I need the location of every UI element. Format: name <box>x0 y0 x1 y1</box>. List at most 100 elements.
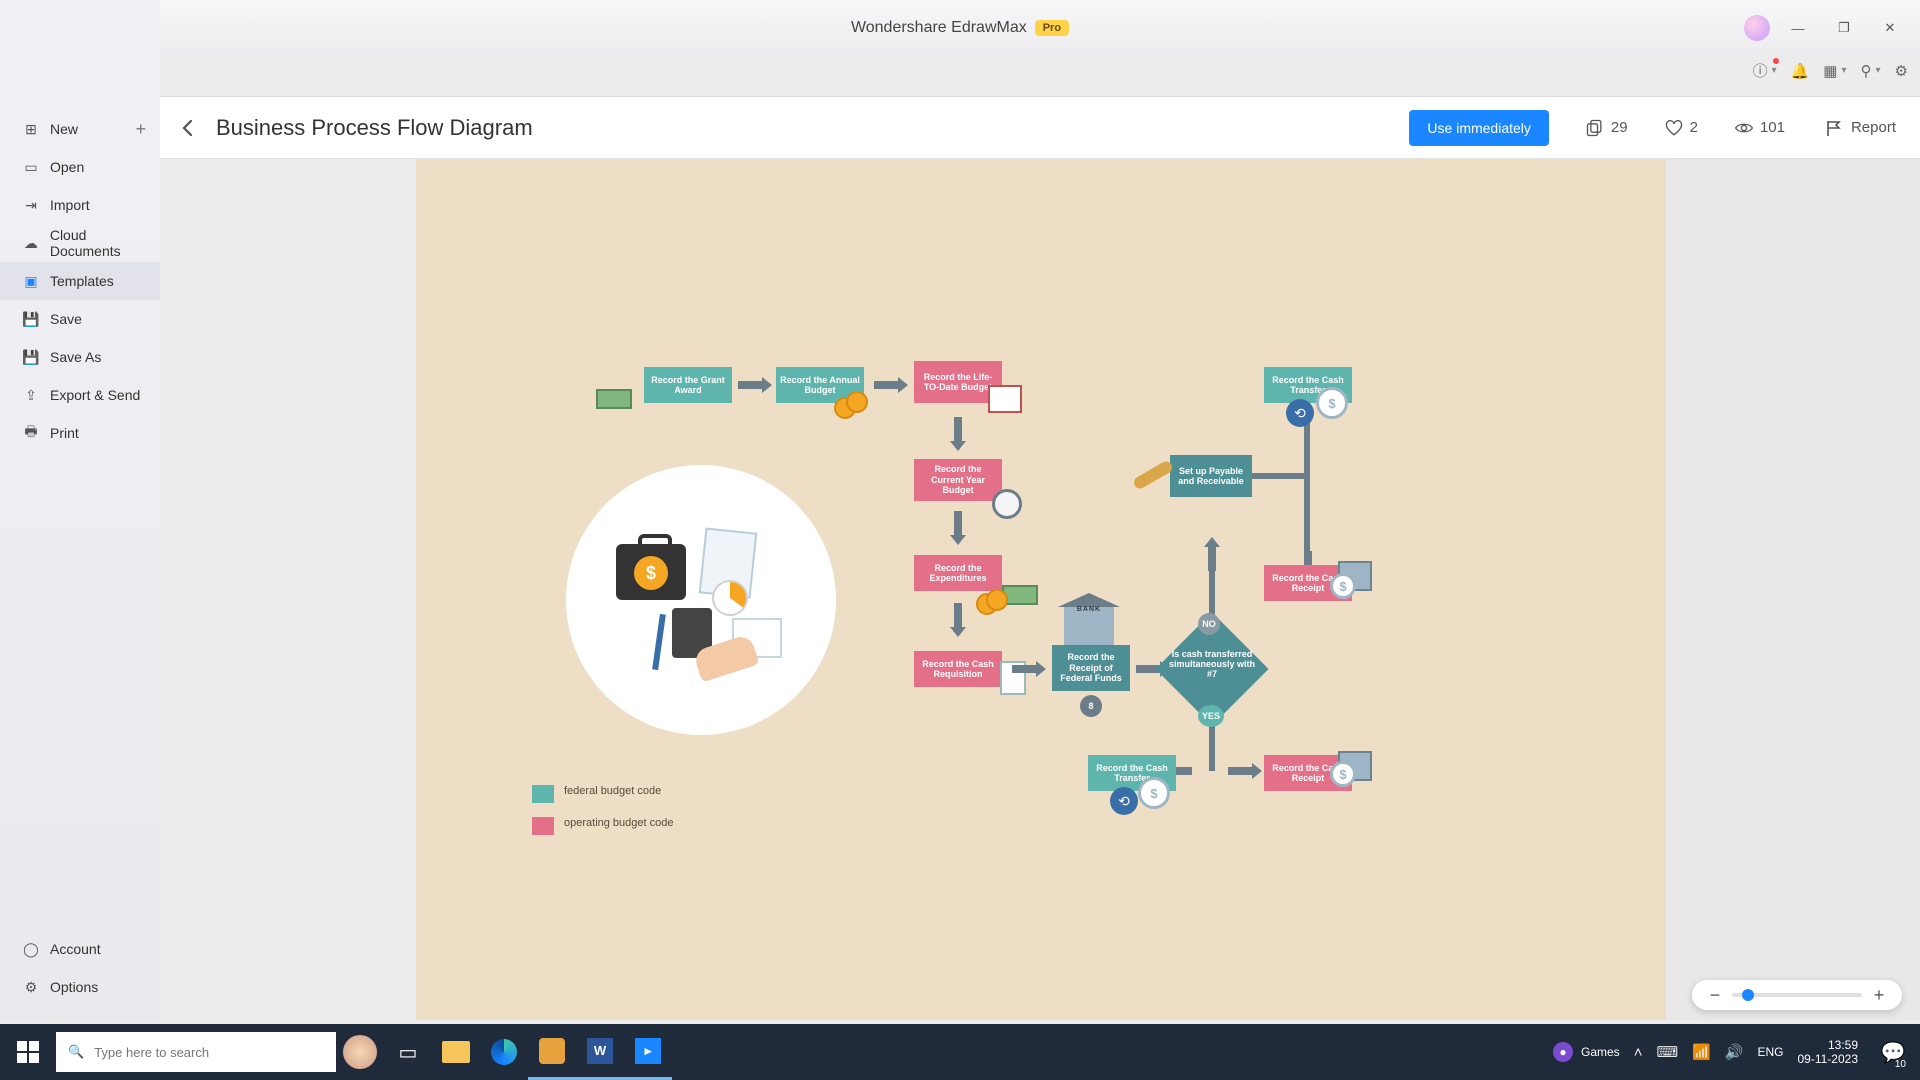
taskbar-news[interactable] <box>336 1024 384 1080</box>
report-label: Report <box>1851 119 1896 136</box>
template-header: Business Process Flow Diagram Use immedi… <box>160 97 1920 159</box>
tray-notifications[interactable]: 💬 10 <box>1872 1024 1914 1080</box>
tray-overflow[interactable]: ˄ <box>1634 1044 1643 1061</box>
start-button[interactable] <box>0 1024 56 1080</box>
sidebar-item-export[interactable]: ⇪ Export & Send <box>0 376 160 414</box>
legend-label-federal: federal budget code <box>564 785 661 797</box>
arrow-icon <box>1228 763 1262 779</box>
box-receipt-federal-funds[interactable]: Record the Receipt of Federal Funds <box>1052 645 1130 691</box>
legend-swatch-operating <box>532 817 554 835</box>
tray-ime[interactable]: ENG <box>1757 1045 1783 1059</box>
windows-taskbar: 🔍 Type here to search ▭ W ▸ ● Games ˄ ⌨ … <box>0 1024 1920 1080</box>
maximize-icon: ❐ <box>1838 20 1850 36</box>
zoom-slider[interactable] <box>1732 993 1862 997</box>
edrawmax-icon: ▸ <box>635 1038 661 1064</box>
briefcase-icon: $ <box>616 544 686 600</box>
template-icon: ▣ <box>22 272 40 290</box>
stat-value: 29 <box>1611 119 1628 136</box>
sidebar-item-save-as[interactable]: 💾 Save As <box>0 338 160 376</box>
sidebar-item-import[interactable]: ⇥ Import <box>0 186 160 224</box>
zoom-in-button[interactable]: + <box>1870 985 1888 1006</box>
notification-dot <box>1773 58 1779 64</box>
sidebar-item-open[interactable]: ▭ Open <box>0 148 160 186</box>
close-button[interactable]: ✕ <box>1872 14 1908 42</box>
taskbar-search[interactable]: 🔍 Type here to search <box>56 1032 336 1072</box>
use-immediately-button[interactable]: Use immediately <box>1409 110 1548 146</box>
box-current-year-budget[interactable]: Record the Current Year Budget <box>914 459 1002 501</box>
share-menu[interactable]: ⚲▾ <box>1861 62 1881 80</box>
taskbar-edge[interactable] <box>480 1024 528 1080</box>
box-grant-award[interactable]: Record the Grant Award <box>644 367 732 403</box>
bell-button[interactable]: 🔔 <box>1791 62 1810 80</box>
box-cash-requisition[interactable]: Record the Cash Requisition <box>914 651 1002 687</box>
utility-row: ⓘ▾ 🔔 ▦▾ ⚲▾ ⚙ <box>1753 60 1908 81</box>
sidebar-item-print[interactable]: 🖶 Print <box>0 414 160 452</box>
stat-views[interactable]: 101 <box>1734 118 1785 138</box>
minimize-button[interactable]: — <box>1780 14 1816 42</box>
new-icon: ⊞ <box>22 120 40 138</box>
canvas-area[interactable]: Record the Grant Award Record the Annual… <box>160 159 1920 1020</box>
decision-text: Is cash transferred simultaneously with … <box>1166 649 1258 679</box>
sidebar-item-label: Save As <box>50 349 101 365</box>
report-button[interactable]: Report <box>1825 119 1896 137</box>
zoom-control: − + <box>1692 980 1902 1010</box>
legend-label-operating: operating budget code <box>564 817 673 829</box>
taskbar-edrawmax[interactable]: ▸ <box>624 1024 672 1080</box>
tray-date: 09-11-2023 <box>1798 1052 1859 1066</box>
diagram-canvas[interactable]: Record the Grant Award Record the Annual… <box>416 159 1666 1020</box>
sidebar-item-templates[interactable]: ▣ Templates <box>0 262 160 300</box>
help-menu[interactable]: ⓘ▾ <box>1753 60 1777 81</box>
chevron-down-icon: ▾ <box>1772 65 1777 76</box>
tray-volume-icon[interactable]: 🔊 <box>1725 1043 1744 1061</box>
box-badge: 8 <box>1080 695 1102 717</box>
chevron-left-icon <box>179 119 197 137</box>
arrow-icon <box>950 511 966 545</box>
flag-icon <box>1825 119 1843 137</box>
calendar-icon <box>988 385 1022 413</box>
heart-icon <box>1664 118 1684 138</box>
settings-button[interactable]: ⚙ <box>1895 62 1908 80</box>
tray-battery-icon[interactable]: ⌨ <box>1656 1043 1678 1061</box>
gear-icon: ⚙ <box>1895 62 1908 80</box>
tray-wifi-icon[interactable]: 📶 <box>1692 1043 1711 1061</box>
pro-badge: Pro <box>1035 20 1069 36</box>
taskbar-app1[interactable] <box>528 1024 576 1080</box>
sidebar-bottom: ◯ Account ⚙ Options <box>0 930 160 1006</box>
taskbar-taskview[interactable]: ▭ <box>384 1024 432 1080</box>
search-icon: 🔍 <box>68 1044 84 1060</box>
sidebar-item-account[interactable]: ◯ Account <box>0 930 160 968</box>
share-icon: ⚲ <box>1861 62 1872 80</box>
stat-likes[interactable]: 2 <box>1664 118 1698 138</box>
arrow-icon <box>950 417 966 451</box>
box-payable-receivable[interactable]: Set up Payable and Receivable <box>1170 455 1252 497</box>
title-right: — ❐ ✕ <box>1744 14 1920 42</box>
windows-logo-icon <box>17 1041 39 1063</box>
stat-copies[interactable]: 29 <box>1585 118 1628 138</box>
maximize-button[interactable]: ❐ <box>1826 14 1862 42</box>
zoom-out-button[interactable]: − <box>1706 985 1724 1006</box>
title-center: Wondershare EdrawMax Pro <box>0 0 1920 56</box>
zoom-knob[interactable] <box>1742 989 1754 1001</box>
sidebar-item-options[interactable]: ⚙ Options <box>0 968 160 1006</box>
bell-icon: 🔔 <box>1791 62 1810 80</box>
tray-clock[interactable]: 13:59 09-11-2023 <box>1798 1038 1859 1067</box>
games-label: Games <box>1581 1045 1620 1059</box>
word-icon: W <box>587 1038 613 1064</box>
title-bar: Wondershare EdrawMax Pro — ❐ ✕ <box>0 0 1920 56</box>
sidebar-item-new[interactable]: ⊞ New + <box>0 110 160 148</box>
taskbar-word[interactable]: W <box>576 1024 624 1080</box>
taskbar-games[interactable]: ● Games <box>1553 1042 1620 1062</box>
taskbar-explorer[interactable] <box>432 1024 480 1080</box>
template-back-button[interactable] <box>174 114 202 142</box>
sidebar-item-label: Cloud Documents <box>50 227 160 259</box>
sidebar-item-save[interactable]: 💾 Save <box>0 300 160 338</box>
box-expenditures[interactable]: Record the Expenditures <box>914 555 1002 591</box>
minimize-icon: — <box>1792 21 1805 36</box>
copy-icon <box>1585 118 1605 138</box>
user-avatar[interactable] <box>1744 15 1770 41</box>
sidebar-item-cloud-documents[interactable]: ☁ Cloud Documents <box>0 224 160 262</box>
dollar-icon: $ <box>1316 387 1348 419</box>
account-icon: ◯ <box>22 940 40 958</box>
sidebar-item-label: Print <box>50 425 79 441</box>
apps-menu[interactable]: ▦▾ <box>1823 62 1846 80</box>
